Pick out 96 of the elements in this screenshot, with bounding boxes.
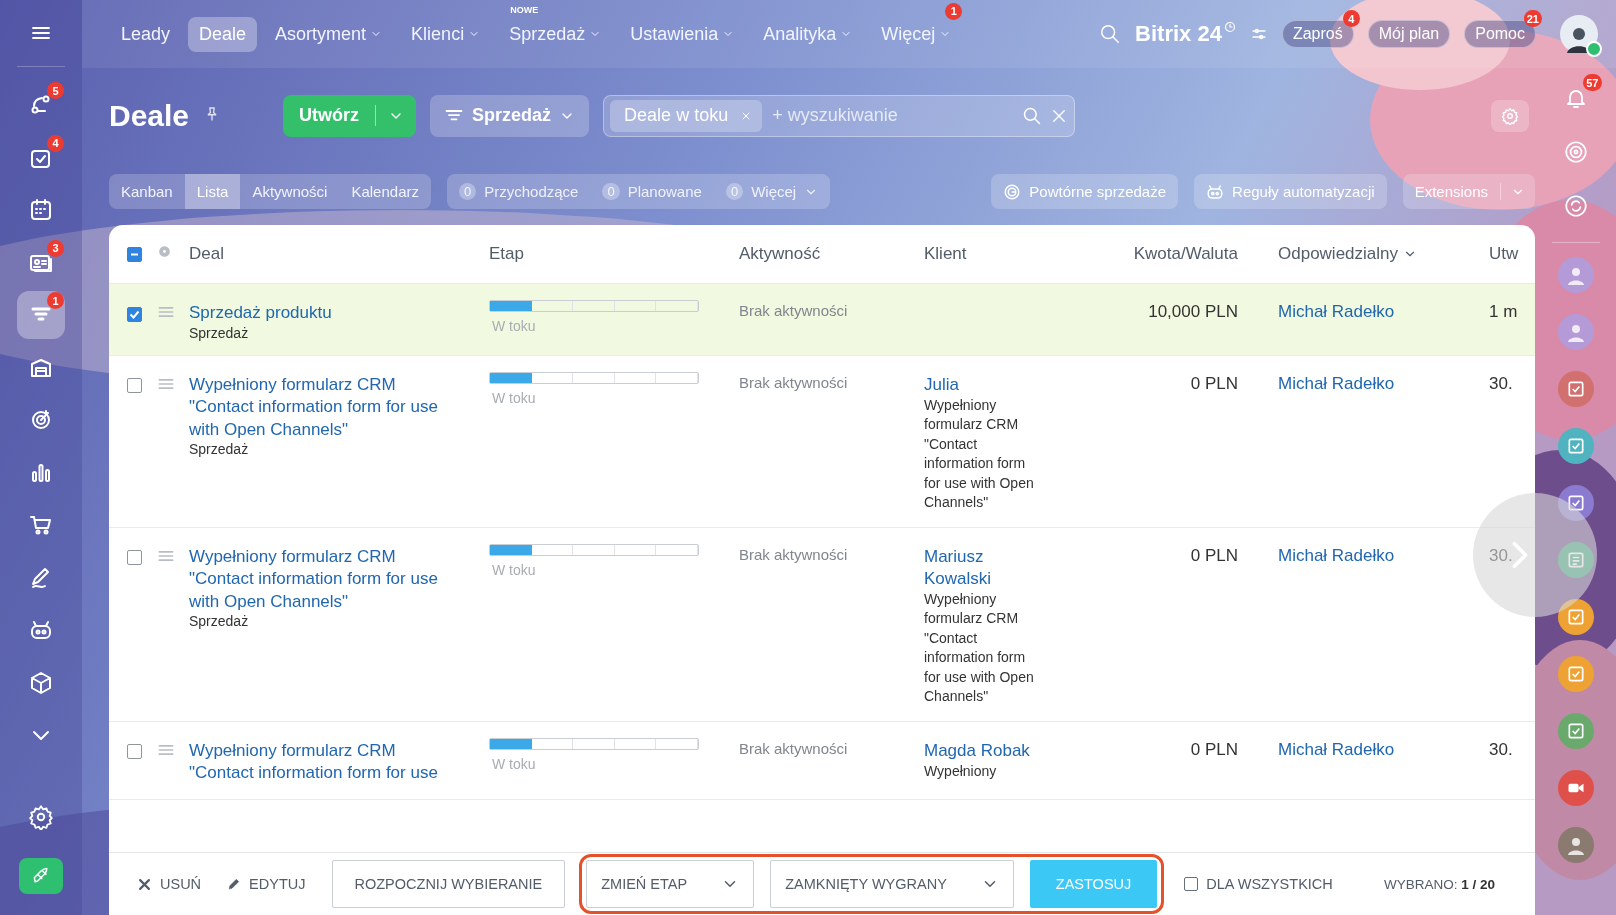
row-checkbox[interactable] bbox=[127, 550, 142, 565]
client-link[interactable]: Mariusz Kowalski bbox=[924, 545, 1034, 590]
view-tab[interactable]: Aktywności bbox=[240, 174, 340, 209]
target-icon bbox=[29, 408, 53, 432]
sidebar-item[interactable]: 3 bbox=[17, 238, 65, 287]
pipeline-label: Sprzedaż bbox=[189, 441, 250, 457]
nav-tab[interactable]: Klienci bbox=[400, 16, 492, 52]
column-header[interactable]: Etap bbox=[489, 244, 524, 264]
amount-text: 0 PLN bbox=[1190, 373, 1238, 393]
deal-link[interactable]: Wypełniony formularz CRM "Contact information form for use with Open Channels" bbox=[189, 373, 459, 441]
counter-filter[interactable]: 0 Więcej bbox=[713, 174, 831, 209]
nav-tab[interactable]: Sprzedaż bbox=[498, 16, 613, 52]
row-checkbox[interactable] bbox=[127, 378, 142, 393]
column-header[interactable]: Deal bbox=[189, 244, 224, 264]
sidebar-item[interactable]: 1 bbox=[17, 291, 65, 339]
close-icon bbox=[137, 876, 152, 892]
nav-tab[interactable]: Ustawienia bbox=[619, 16, 746, 52]
page-title: Deale bbox=[109, 98, 190, 133]
amount-text: 10,000 PLN bbox=[1148, 302, 1238, 321]
pipeline-label: Sprzedaż bbox=[189, 613, 250, 629]
header-button[interactable]: Mój plan bbox=[1367, 20, 1451, 48]
stage-select[interactable]: ZMIEŃ ETAP bbox=[586, 860, 755, 908]
created-text: 1 m bbox=[1489, 302, 1518, 321]
client-note: Wypełniony formularz CRM "Contact information form for use with Open Channels" bbox=[924, 589, 1034, 706]
view-tab[interactable]: Kalendarz bbox=[339, 174, 431, 209]
activity-text: Brak aktywności bbox=[739, 302, 848, 319]
nav-tab[interactable]: Leady bbox=[110, 16, 182, 52]
responsible-link[interactable]: Michał Radełko bbox=[1278, 739, 1395, 759]
activity-text: Brak aktywności bbox=[739, 373, 848, 391]
stage-label: W toku bbox=[491, 389, 537, 406]
cart-icon bbox=[29, 513, 53, 537]
box-icon bbox=[29, 670, 53, 695]
amount-text: 0 PLN bbox=[1190, 739, 1238, 759]
deal-link[interactable]: Sprzedaż produktu bbox=[189, 302, 459, 325]
pipeline-label: Sprzedaż bbox=[189, 324, 250, 341]
client-link[interactable]: Magda Robak bbox=[924, 739, 1034, 762]
column-header[interactable]: Kwota/Waluta bbox=[1133, 244, 1238, 264]
new-tag: NOWE bbox=[510, 4, 539, 15]
calendar-icon bbox=[29, 198, 53, 222]
spiral-icon bbox=[1562, 139, 1589, 165]
nav-tab[interactable]: Analityka bbox=[752, 16, 864, 52]
client-link[interactable]: Julia bbox=[924, 373, 1034, 396]
view-tab[interactable]: Lista bbox=[184, 174, 241, 209]
responsible-link[interactable]: Michał Radełko bbox=[1278, 373, 1395, 393]
check-icon bbox=[129, 308, 140, 320]
created-text: 30. bbox=[1489, 739, 1513, 759]
clock-icon bbox=[1223, 21, 1236, 33]
chat-icon bbox=[1562, 193, 1589, 219]
counter-filter[interactable]: 0 Planowane bbox=[590, 174, 714, 209]
sidebar-item[interactable]: 5 bbox=[17, 81, 65, 129]
responsible-link[interactable]: Michał Radełko bbox=[1278, 302, 1395, 321]
nav-tab[interactable]: Deale bbox=[188, 16, 258, 52]
spiral-icon bbox=[1003, 182, 1022, 201]
column-header[interactable]: Klient bbox=[924, 244, 967, 264]
nav-tab[interactable]: Asortyment bbox=[264, 16, 394, 52]
client-note: Wypełniony formularz CRM "Contact information form for use with Open Channels" bbox=[924, 395, 1034, 512]
edit-button[interactable]: EDYTUJ bbox=[227, 876, 306, 892]
pipeline-dropdown[interactable]: Sprzedaż bbox=[430, 94, 590, 137]
column-header[interactable]: Aktywność bbox=[739, 244, 821, 264]
stage-label: W toku bbox=[491, 561, 537, 578]
stage-label: W toku bbox=[491, 755, 537, 772]
activity-text: Brak aktywności bbox=[739, 739, 848, 757]
created-text: 30. bbox=[1489, 373, 1513, 393]
for-all-label: DLA WSZYSTKICH bbox=[1206, 876, 1333, 892]
value-select[interactable]: ZAMKNIĘTY WYGRANY bbox=[770, 860, 1014, 908]
selected-count: WYBRANO: 1 / 20 bbox=[1383, 876, 1495, 892]
select-all-checkbox[interactable] bbox=[127, 246, 142, 262]
view-tab[interactable]: Kanban bbox=[109, 174, 185, 209]
search-icon bbox=[1022, 105, 1043, 126]
created-text: 30. bbox=[1489, 545, 1513, 565]
responsible-link[interactable]: Michał Radełko bbox=[1278, 545, 1395, 565]
launch-button[interactable] bbox=[19, 857, 63, 894]
client-note: Wypełniony bbox=[924, 761, 998, 781]
column-header[interactable]: Utw bbox=[1489, 244, 1519, 264]
counter-filter[interactable]: 0 Przychodzące bbox=[447, 174, 591, 209]
sidebar-item[interactable]: 4 bbox=[17, 133, 65, 182]
amount-text: 0 PLN bbox=[1190, 545, 1238, 565]
settings-icon bbox=[1501, 106, 1519, 125]
column-header[interactable]: Odpowiedzialny bbox=[1278, 244, 1417, 264]
search-icon bbox=[1099, 23, 1122, 45]
delete-button[interactable]: USUŃ bbox=[137, 876, 202, 892]
create-button[interactable]: Utwórz bbox=[283, 94, 417, 137]
robot-icon bbox=[1206, 182, 1225, 201]
settings-icon bbox=[28, 803, 54, 830]
activity-text: Brak aktywności bbox=[739, 545, 848, 563]
row-checkbox[interactable] bbox=[127, 744, 142, 759]
for-all-checkbox[interactable] bbox=[1184, 877, 1199, 891]
dial-button[interactable]: ROZPOCZNIJ WYBIERANIE bbox=[331, 860, 566, 908]
logo: Bitrix 24 bbox=[1135, 21, 1222, 47]
pencil-icon bbox=[227, 877, 242, 891]
deal-link[interactable]: Wypełniony formularz CRM "Contact information form for use bbox=[189, 739, 459, 785]
stage-label: W toku bbox=[491, 318, 537, 334]
robot-icon bbox=[29, 618, 53, 642]
deal-link[interactable]: Wypełniony formularz CRM "Contact information form for use with Open Channels" bbox=[189, 545, 459, 613]
count-badge: 57 bbox=[1583, 74, 1602, 91]
row-checkbox[interactable] bbox=[127, 306, 142, 322]
